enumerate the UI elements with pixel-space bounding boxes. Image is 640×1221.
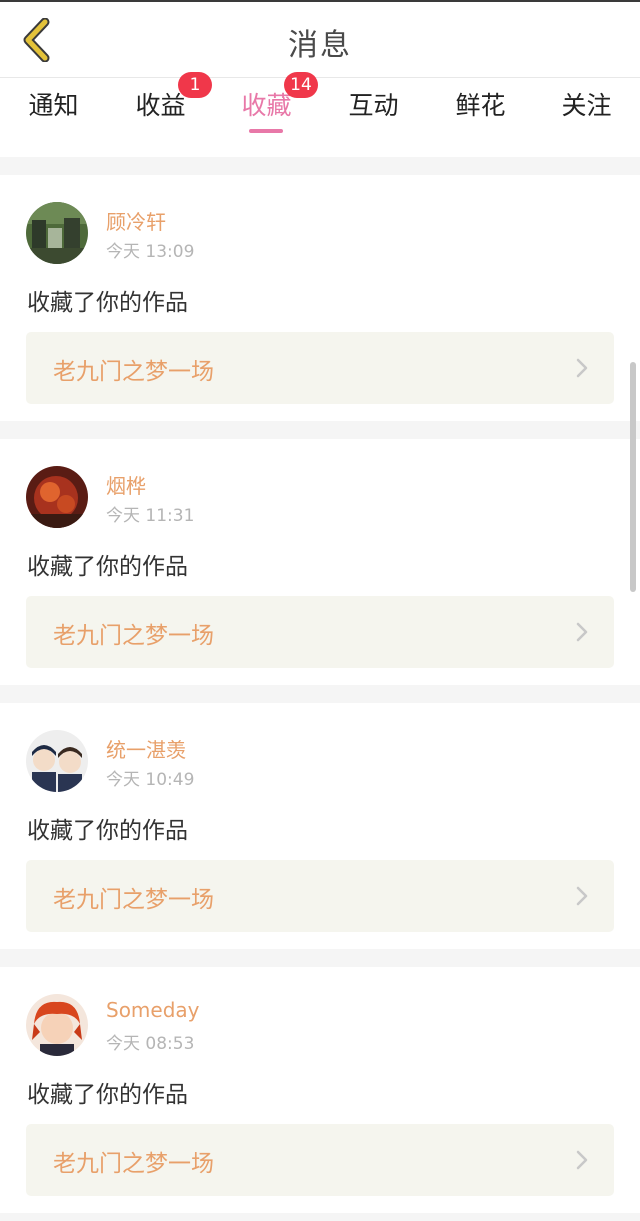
divider-band	[0, 1213, 640, 1221]
message-card: 顾冷轩 今天 13:09 收藏了你的作品 老九门之梦一场	[0, 175, 640, 421]
divider-band	[0, 685, 640, 703]
divider-band	[0, 949, 640, 967]
timestamp: 今天 10:49	[106, 770, 195, 790]
chevron-right-icon	[576, 886, 588, 906]
page-title: 消息	[288, 28, 352, 63]
work-title: 老九门之梦一场	[53, 623, 214, 649]
action-text: 收藏了你的作品	[27, 818, 188, 844]
tab-bar: 通知 收益 1 收藏 14 互动 鲜花 关注	[0, 72, 640, 157]
username[interactable]: Someday	[106, 998, 200, 1022]
message-card: 烟桦 今天 11:31 收藏了你的作品 老九门之梦一场	[0, 439, 640, 685]
action-text: 收藏了你的作品	[27, 1082, 188, 1108]
tab-favorites[interactable]: 收藏 14	[213, 72, 320, 157]
avatar[interactable]	[26, 994, 88, 1056]
username[interactable]: 统一湛羡	[106, 734, 186, 763]
action-text: 收藏了你的作品	[27, 554, 188, 580]
unread-badge: 14	[284, 72, 318, 98]
scrollbar[interactable]	[630, 362, 636, 592]
divider-band	[0, 421, 640, 439]
work-link[interactable]: 老九门之梦一场	[26, 332, 614, 404]
work-title: 老九门之梦一场	[53, 887, 214, 913]
tab-interactions[interactable]: 互动	[320, 79, 427, 157]
tab-label: 互动	[348, 91, 399, 120]
work-title: 老九门之梦一场	[53, 1151, 214, 1177]
work-link[interactable]: 老九门之梦一场	[26, 860, 614, 932]
tab-flowers[interactable]: 鲜花	[427, 79, 534, 157]
unread-badge: 1	[178, 72, 212, 98]
chevron-right-icon	[576, 358, 588, 378]
active-tab-indicator	[249, 129, 283, 133]
chevron-right-icon	[576, 622, 588, 642]
avatar[interactable]	[26, 466, 88, 528]
tab-following[interactable]: 关注	[533, 79, 640, 157]
work-title: 老九门之梦一场	[53, 359, 214, 385]
tab-label: 鲜花	[455, 91, 506, 120]
timestamp: 今天 13:09	[106, 242, 195, 262]
username[interactable]: 烟桦	[106, 470, 146, 499]
action-text: 收藏了你的作品	[27, 290, 188, 316]
work-link[interactable]: 老九门之梦一场	[26, 1124, 614, 1196]
avatar[interactable]	[26, 730, 88, 792]
tab-notifications[interactable]: 通知	[0, 79, 107, 157]
tab-label: 关注	[561, 91, 612, 120]
avatar[interactable]	[26, 202, 88, 264]
timestamp: 今天 11:31	[106, 506, 195, 526]
message-card: Someday 今天 08:53 收藏了你的作品 老九门之梦一场	[0, 967, 640, 1213]
tab-earnings[interactable]: 收益 1	[107, 72, 214, 157]
divider-band	[0, 157, 640, 175]
chevron-right-icon	[576, 1150, 588, 1170]
tab-label: 通知	[28, 91, 79, 120]
message-card: 统一湛羡 今天 10:49 收藏了你的作品 老九门之梦一场	[0, 703, 640, 949]
work-link[interactable]: 老九门之梦一场	[26, 596, 614, 668]
header-bar: 消息	[0, 2, 640, 78]
username[interactable]: 顾冷轩	[106, 206, 166, 235]
timestamp: 今天 08:53	[106, 1034, 195, 1054]
